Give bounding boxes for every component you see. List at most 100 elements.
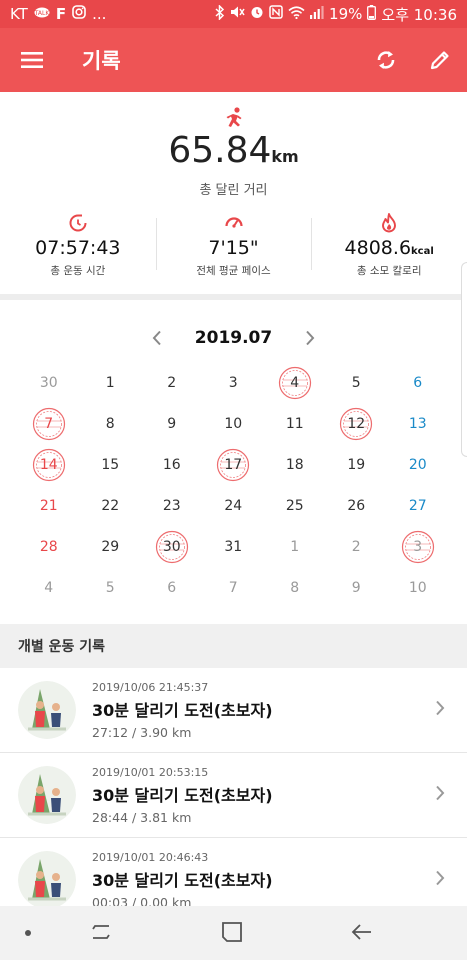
calendar-day[interactable]: 18: [264, 444, 326, 485]
signal-icon: [310, 5, 324, 23]
stat-value: 4808.6: [344, 237, 412, 259]
calendar-day[interactable]: 10: [203, 403, 265, 444]
course-thumbnail-icon: [18, 766, 76, 824]
timer-icon: [69, 214, 87, 232]
calendar-day[interactable]: 4: [18, 567, 80, 608]
stat-label: 전체 평균 페이스: [196, 265, 271, 277]
records-list: 2019/10/06 21:45:37 30분 달리기 도전(초보자) 27:1…: [0, 668, 467, 923]
calendar-day[interactable]: 31: [203, 526, 265, 567]
course-thumbnail-icon: [18, 851, 76, 909]
calendar-day[interactable]: 12: [326, 403, 388, 444]
hide-nav-dot[interactable]: [25, 930, 31, 936]
calendar-day[interactable]: 8: [80, 403, 142, 444]
recent-apps-button[interactable]: [90, 920, 112, 948]
calendar-day[interactable]: 28: [18, 526, 80, 567]
calendar-day[interactable]: 3: [203, 362, 265, 403]
calendar-day[interactable]: 6: [141, 567, 203, 608]
chevron-right-icon: [306, 330, 315, 346]
calendar-day[interactable]: 2: [141, 362, 203, 403]
calendar-day[interactable]: 14: [18, 444, 80, 485]
record-summary: 27:12 / 3.90 km: [92, 724, 192, 740]
menu-button[interactable]: [0, 28, 64, 92]
record-title: 30분 달리기 도전(초보자): [92, 870, 273, 890]
wifi-icon: [288, 5, 305, 23]
calendar-day[interactable]: 24: [203, 485, 265, 526]
nfc-icon: [269, 5, 283, 23]
edit-button[interactable]: [413, 28, 467, 92]
calendar-day[interactable]: 9: [326, 567, 388, 608]
calendar-day[interactable]: 4: [264, 362, 326, 403]
calendar-day[interactable]: 27: [387, 485, 449, 526]
calendar-day[interactable]: 5: [80, 567, 142, 608]
record-title: 30분 달리기 도전(초보자): [92, 785, 273, 805]
record-summary: 28:44 / 3.81 km: [92, 809, 192, 825]
more-notifications-label: ...: [92, 5, 107, 23]
edge-panel-handle[interactable]: [461, 262, 467, 457]
chevron-left-icon: [152, 330, 161, 346]
calendar-day[interactable]: 7: [18, 403, 80, 444]
sync-button[interactable]: [359, 28, 413, 92]
calendar-day[interactable]: 23: [141, 485, 203, 526]
calendar-day[interactable]: 7: [203, 567, 265, 608]
calendar: 2019.07 30 1 2 3 4 5 6 7 8 9 10 11 12 13…: [0, 300, 467, 622]
calendar-day[interactable]: 26: [326, 485, 388, 526]
battery-icon: [367, 4, 377, 24]
chevron-right-icon: [436, 700, 445, 716]
distance-unit: km: [271, 147, 299, 166]
back-button[interactable]: [350, 920, 374, 948]
calendar-day[interactable]: 1: [264, 526, 326, 567]
pencil-icon: [430, 51, 449, 70]
calendar-header: 2019.07: [0, 324, 467, 352]
carrier-label: KT: [10, 5, 28, 23]
calendar-day[interactable]: 30: [18, 362, 80, 403]
hamburger-icon: [21, 52, 43, 68]
prev-month-button[interactable]: [145, 326, 169, 350]
clock-label: 오후 10:36: [381, 5, 457, 24]
instagram-icon: [72, 5, 86, 23]
distance-label: 총 달린 거리: [199, 183, 268, 198]
stat-value: 7'15": [208, 237, 259, 259]
calendar-day[interactable]: 11: [264, 403, 326, 444]
calendar-day[interactable]: 22: [80, 485, 142, 526]
status-bar: KT TALK F ... 19% 오후 10:36: [0, 0, 467, 28]
distance-value: 65.84: [168, 130, 272, 171]
svg-text:TALK: TALK: [34, 10, 50, 17]
calendar-grid: 30 1 2 3 4 5 6 7 8 9 10 11 12 13 14 15 1…: [18, 362, 449, 608]
calendar-day[interactable]: 20: [387, 444, 449, 485]
course-thumbnail-icon: [18, 681, 76, 739]
calendar-day[interactable]: 1: [80, 362, 142, 403]
bluetooth-icon: [215, 3, 225, 24]
calendar-month: 2019.07: [194, 328, 273, 348]
calendar-day[interactable]: 29: [80, 526, 142, 567]
calendar-day[interactable]: 13: [387, 403, 449, 444]
calendar-day[interactable]: 17: [203, 444, 265, 485]
record-date: 2019/10/01 20:53:15: [92, 765, 209, 779]
calendar-day[interactable]: 16: [141, 444, 203, 485]
calendar-day[interactable]: 8: [264, 567, 326, 608]
record-date: 2019/10/06 21:45:37: [92, 680, 209, 694]
alarm-icon: [250, 5, 264, 23]
calendar-day[interactable]: 3: [387, 526, 449, 567]
calendar-day[interactable]: 9: [141, 403, 203, 444]
calendar-day[interactable]: 15: [80, 444, 142, 485]
total-distance: 65.84km: [0, 130, 467, 171]
stat-label: 총 운동 시간: [50, 265, 106, 277]
list-item[interactable]: 2019/10/01 20:53:15 30분 달리기 도전(초보자) 28:4…: [0, 753, 467, 838]
home-button[interactable]: [221, 920, 243, 948]
calendar-day[interactable]: 21: [18, 485, 80, 526]
calendar-day[interactable]: 25: [264, 485, 326, 526]
stat-total-calories: 4808.6kcal 총 소모 칼로리: [311, 212, 467, 282]
calendar-day[interactable]: 19: [326, 444, 388, 485]
calendar-day[interactable]: 10: [387, 567, 449, 608]
calendar-day[interactable]: 5: [326, 362, 388, 403]
list-item[interactable]: 2019/10/06 21:45:37 30분 달리기 도전(초보자) 27:1…: [0, 668, 467, 753]
calendar-day[interactable]: 30: [141, 526, 203, 567]
flame-icon: [382, 213, 397, 233]
runner-icon: [226, 107, 242, 127]
stat-total-time: 07:57:43 총 운동 시간: [0, 212, 156, 282]
calendar-day[interactable]: 2: [326, 526, 388, 567]
page-title: 기록: [82, 49, 121, 73]
next-month-button[interactable]: [298, 326, 322, 350]
speedometer-icon: [224, 217, 243, 228]
calendar-day[interactable]: 6: [387, 362, 449, 403]
